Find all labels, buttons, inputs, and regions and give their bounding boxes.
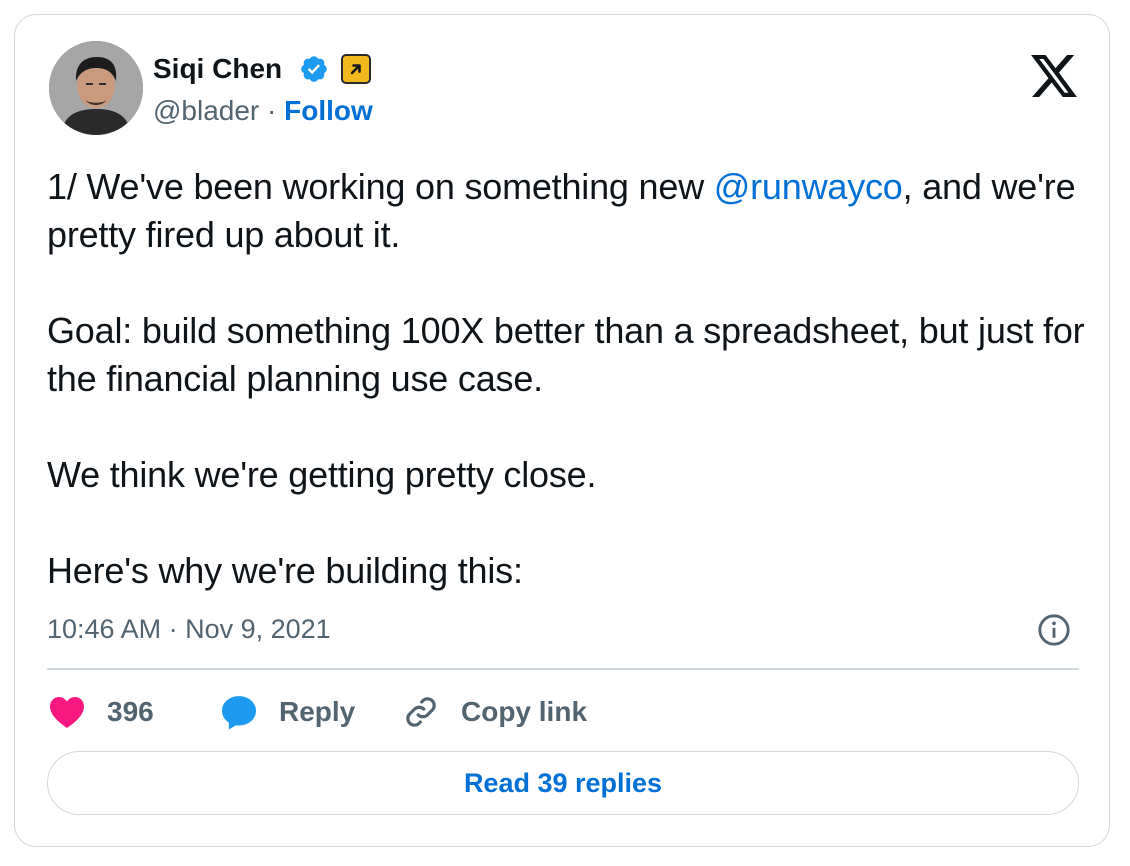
like-count: 396 [107, 696, 154, 727]
copy-link-button[interactable]: Copy link [401, 689, 587, 735]
handle-separator: · [267, 95, 277, 126]
reply-button[interactable]: Reply [219, 689, 355, 735]
action-bar: 396 Reply Copy link [47, 689, 1079, 735]
divider [47, 668, 1079, 670]
tweet-paragraph-4: Here's why we're building this: [47, 550, 523, 591]
verified-badge-icon [301, 56, 327, 82]
mention-link[interactable]: @runwayco [714, 166, 903, 207]
tweet-line-prefix: 1/ We've been working on something new [47, 166, 714, 207]
x-logo-icon[interactable] [1031, 55, 1077, 97]
heart-icon [49, 697, 84, 728]
author-name[interactable]: Siqi Chen [153, 49, 282, 89]
tweet-timestamp[interactable]: 10:46 AM · Nov 9, 2021 [47, 611, 331, 647]
avatar[interactable] [49, 41, 143, 135]
like-button[interactable]: 396 [47, 689, 154, 735]
link-icon [406, 697, 436, 727]
arrow-up-right-icon [350, 64, 361, 75]
copy-link-label: Copy link [461, 696, 588, 727]
tweet-text: 1/ We've been working on something new @… [47, 163, 1087, 595]
info-icon[interactable] [1037, 613, 1071, 647]
handle-row: @blader · Follow [153, 91, 373, 131]
read-replies-button[interactable]: Read 39 replies [47, 751, 1079, 815]
reply-label: Reply [279, 696, 356, 727]
author-handle[interactable]: @blader [153, 95, 259, 126]
tweet-paragraph-2: Goal: build something 100X better than a… [47, 310, 1085, 399]
tweet-card: Siqi Chen @blader · Follow 1/ We've been… [14, 14, 1110, 847]
tweet-paragraph-1: 1/ We've been working on something new @… [47, 163, 1087, 259]
affiliate-badge-icon [341, 54, 371, 84]
reply-bubble-icon [222, 696, 256, 730]
tweet-paragraph-3: We think we're getting pretty close. [47, 454, 597, 495]
avatar-image [49, 41, 143, 135]
follow-link[interactable]: Follow [284, 95, 373, 126]
